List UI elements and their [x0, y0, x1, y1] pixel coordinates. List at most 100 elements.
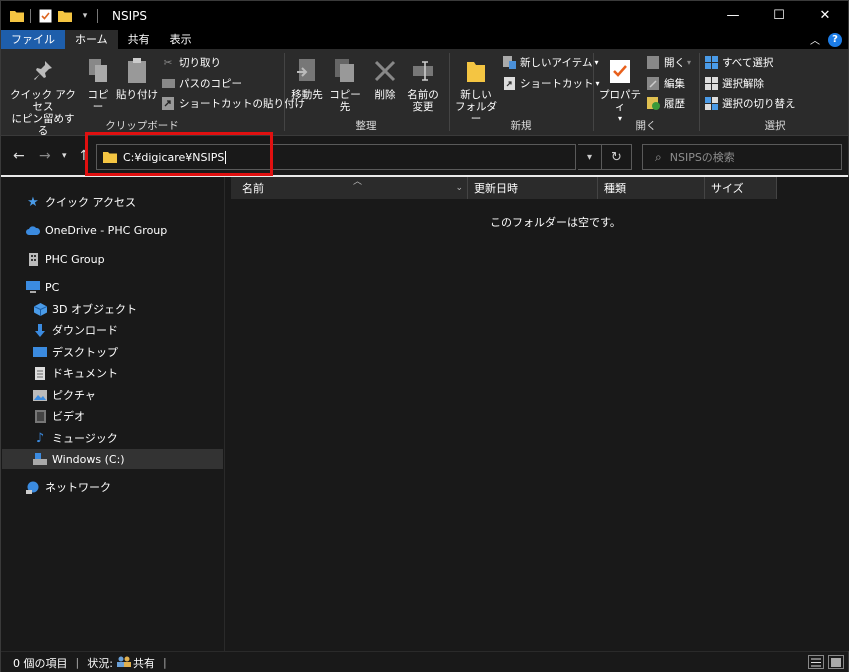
history-button[interactable]: 履歴 [646, 96, 685, 111]
close-button[interactable]: ✕ [802, 1, 848, 30]
nav-label: PC [45, 280, 60, 294]
customize-quick-access-icon[interactable]: ▾ [77, 8, 93, 24]
nav-desktop[interactable]: デスクトップ [2, 342, 223, 362]
column-header-name[interactable]: ︿ 名前 ⌄ [231, 177, 468, 199]
open-icon [646, 56, 660, 70]
cut-label: 切り取り [179, 57, 221, 69]
clipboard-group: クイック アクセス にピン留めする コピー 貼り付け ✂ 切り取り パスのコピー… [1, 49, 305, 138]
select-none-label: 選択解除 [722, 78, 764, 90]
open-button[interactable]: 開く ▾ [646, 55, 691, 70]
column-dropdown-icon[interactable]: ⌄ [455, 183, 463, 193]
column-header-size[interactable]: サイズ [705, 177, 777, 199]
back-arrow-icon[interactable]: ← [13, 148, 25, 164]
column-header-type[interactable]: 種類 [598, 177, 705, 199]
recent-locations-chevron-icon[interactable]: ▾ [62, 151, 67, 161]
delete-button[interactable]: 削除 [371, 57, 399, 101]
copy-to-button[interactable]: コピー先 [327, 57, 363, 113]
new-group-label: 新規 [510, 120, 532, 132]
search-icon: ⌕ [655, 149, 662, 164]
shortcut-label: ショートカット [520, 78, 594, 90]
nav-documents[interactable]: ドキュメント [2, 363, 223, 383]
download-arrow-icon [33, 323, 47, 337]
nav-music[interactable]: ♪ ミュージック [2, 428, 223, 448]
delete-x-icon [371, 57, 399, 85]
ribbon: クイック アクセス にピン留めする コピー 貼り付け ✂ 切り取り パスのコピー… [1, 49, 849, 138]
search-input[interactable] [669, 150, 820, 164]
shortcut-button[interactable]: ショートカット ▾ [502, 76, 600, 91]
copy-icon [84, 57, 112, 85]
nav-pictures[interactable]: ピクチャ [2, 385, 223, 405]
details-view-icon[interactable] [808, 655, 824, 669]
new-item-icon [502, 56, 516, 70]
edit-button[interactable]: 編集 [646, 76, 685, 91]
nav-3d-objects[interactable]: 3D オブジェクト [2, 299, 223, 319]
nav-pc[interactable]: PC [2, 277, 223, 297]
properties-quick-icon[interactable] [37, 8, 53, 24]
properties-button[interactable]: プロパティ ▾ [596, 57, 644, 125]
ribbon-tabs: ファイル ホーム 共有 表示 ︿ ? [1, 30, 848, 49]
status-bar: 0 個の項目 | 状況: 共有 | [1, 651, 848, 672]
collapse-ribbon-icon[interactable]: ︿ [810, 32, 820, 47]
copy-button[interactable]: コピー [83, 57, 113, 113]
tab-home[interactable]: ホーム [65, 30, 118, 49]
history-label: 履歴 [664, 98, 685, 110]
invert-selection-label: 選択の切り替え [722, 98, 796, 110]
new-folder-button[interactable]: 新しい フォルダー [454, 57, 498, 125]
copy-path-button[interactable]: パスのコピー [161, 76, 242, 91]
help-icon[interactable]: ? [828, 32, 842, 47]
select-all-button[interactable]: すべて選択 [704, 55, 773, 70]
empty-folder-message: このフォルダーは空です。 [490, 216, 621, 229]
select-none-button[interactable]: 選択解除 [704, 76, 764, 91]
search-box[interactable]: ⌕ [642, 144, 842, 170]
tab-view[interactable]: 表示 [160, 30, 202, 49]
edit-label: 編集 [664, 78, 685, 90]
computer-icon [26, 280, 40, 294]
select-group: すべて選択 選択解除 選択の切り替え 選択 [700, 49, 849, 136]
refresh-icon[interactable]: ↻ [602, 144, 632, 170]
nav-label: ネットワーク [45, 481, 111, 494]
nav-downloads[interactable]: ダウンロード [2, 320, 223, 340]
maximize-button[interactable]: ☐ [756, 1, 802, 30]
new-folder-quick-icon[interactable] [57, 8, 73, 24]
move-to-button[interactable]: 移動先 [289, 57, 325, 101]
shared-users-icon [116, 656, 131, 670]
nav-quick-access[interactable]: ★ クイック アクセス [2, 192, 223, 212]
navigation-pane: ★ クイック アクセス OneDrive - PHC Group PHC Gro… [2, 177, 225, 651]
nav-label: OneDrive - PHC Group [45, 223, 168, 237]
minimize-button[interactable]: — [710, 1, 756, 30]
forward-arrow-icon[interactable]: → [39, 148, 51, 164]
select-none-icon [704, 77, 718, 91]
new-folder-label-1: 新しい [460, 89, 492, 101]
invert-selection-button[interactable]: 選択の切り替え [704, 96, 796, 111]
window-title: NSIPS [112, 8, 147, 23]
nav-windows-c[interactable]: Windows (C:) [2, 449, 223, 469]
properties-label: プロパティ [599, 89, 641, 113]
history-icon [646, 97, 660, 111]
new-item-button[interactable]: 新しいアイテム ▾ [502, 55, 598, 70]
delete-label: 削除 [374, 89, 396, 101]
separator [30, 8, 31, 23]
column-header-modified[interactable]: 更新日時 [468, 177, 598, 199]
tab-share[interactable]: 共有 [118, 30, 160, 49]
nav-phc-group[interactable]: PHC Group [2, 249, 223, 269]
star-icon: ★ [27, 194, 39, 210]
cut-button[interactable]: ✂ 切り取り [161, 55, 221, 70]
invert-selection-icon [704, 97, 718, 111]
address-dropdown-icon[interactable]: ▾ [578, 144, 602, 170]
pin-label-1: クイック アクセス [10, 89, 76, 113]
copy-to-icon [331, 57, 359, 85]
nav-network[interactable]: ネットワーク [2, 477, 223, 497]
column-label: 名前 [242, 182, 264, 195]
nav-label: ドキュメント [52, 367, 118, 380]
nav-videos[interactable]: ビデオ [2, 406, 223, 426]
paste-button[interactable]: 貼り付け [115, 57, 159, 101]
nav-onedrive[interactable]: OneDrive - PHC Group [2, 220, 223, 240]
tab-file[interactable]: ファイル [1, 30, 65, 49]
large-icons-view-icon[interactable] [828, 655, 844, 669]
shortcut-icon [502, 77, 516, 91]
clipboard-paste-icon [123, 57, 151, 85]
select-group-label: 選択 [764, 120, 786, 132]
status-state-value: 共有 [132, 656, 155, 670]
rename-button[interactable]: 名前の 変更 [405, 57, 441, 113]
file-list: ︿ 名前 ⌄ 更新日時 種類 サイズ このフォルダーは空です。 [226, 177, 849, 651]
